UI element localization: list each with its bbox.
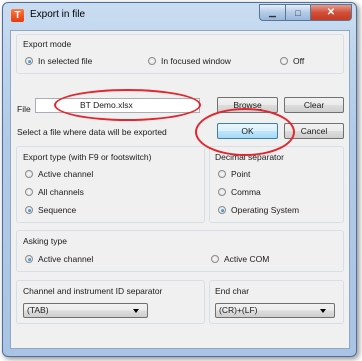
end-char-label: End char: [215, 286, 250, 296]
radio-active-channel[interactable]: Active channel: [25, 169, 93, 179]
radio-selected-icon: [218, 206, 226, 214]
radio-unselected-icon: [211, 255, 219, 263]
radio-comma[interactable]: Comma: [218, 187, 261, 197]
radio-unselected-icon: [280, 57, 288, 65]
radio-active-com[interactable]: Active COM: [211, 254, 269, 264]
file-label: File: [17, 104, 31, 114]
dialog-body: Export mode In selected file In focused …: [10, 30, 350, 349]
radio-label: Point: [231, 169, 251, 179]
annotation-ellipse-file: [54, 89, 201, 121]
radio-label: Active channel: [38, 169, 94, 179]
radio-unselected-icon: [25, 188, 33, 196]
radio-point[interactable]: Point: [218, 169, 250, 179]
radio-selected-icon: [25, 206, 33, 214]
radio-label: Off: [293, 56, 305, 66]
app-icon: T: [11, 9, 24, 22]
channel-separator-value: (TAB): [27, 305, 49, 315]
radio-label: Sequence: [38, 205, 77, 215]
radio-selected-icon: [25, 57, 33, 65]
decimal-separator-group: Decimal separator Point Comma Operating …: [209, 146, 344, 223]
radio-label: Operating System: [231, 205, 300, 215]
radio-label: In selected file: [38, 56, 93, 66]
channel-separator-group: Channel and instrument ID separator (TAB…: [16, 280, 205, 324]
chevron-down-icon: [133, 309, 139, 313]
end-char-group: End char (CR)+(LF): [209, 280, 344, 324]
chevron-down-icon: [320, 309, 326, 313]
radio-off[interactable]: Off: [280, 56, 304, 66]
channel-separator-label: Channel and instrument ID separator: [23, 286, 163, 296]
radio-label: Active channel: [38, 254, 94, 264]
minimize-button[interactable]: ▁: [259, 4, 285, 21]
export-type-label: Export type (with F9 or footswitch): [23, 152, 152, 162]
window-controls: ▁ □ ✕: [259, 4, 352, 21]
title-bar[interactable]: T Export in file ▁ □ ✕: [3, 3, 356, 27]
end-char-value: (CR)+(LF): [219, 305, 258, 315]
export-type-group: Export type (with F9 or footswitch) Acti…: [16, 146, 205, 223]
export-mode-label: Export mode: [23, 39, 72, 49]
radio-label: All channels: [38, 187, 84, 197]
radio-unselected-icon: [218, 170, 226, 178]
radio-all-channels[interactable]: All channels: [25, 187, 84, 197]
export-mode-group: Export mode In selected file In focused …: [16, 34, 344, 74]
radio-in-focused-window[interactable]: In focused window: [148, 56, 231, 66]
radio-selected-icon: [25, 255, 33, 263]
radio-operating-system[interactable]: Operating System: [218, 205, 299, 215]
radio-label: Comma: [231, 187, 261, 197]
clear-button[interactable]: Clear: [284, 97, 344, 113]
radio-in-selected-file[interactable]: In selected file: [25, 56, 92, 66]
radio-unselected-icon: [25, 170, 33, 178]
radio-unselected-icon: [218, 188, 226, 196]
annotation-ellipse-ok: [195, 108, 295, 156]
close-button[interactable]: ✕: [310, 4, 352, 21]
maximize-button[interactable]: □: [285, 4, 310, 21]
export-dialog-window: T Export in file ▁ □ ✕ Export mode In se…: [2, 2, 357, 357]
asking-type-group: Asking type Active channel Active COM: [16, 230, 344, 272]
channel-separator-dropdown[interactable]: (TAB): [23, 303, 148, 318]
radio-sequence[interactable]: Sequence: [25, 205, 76, 215]
window-title: Export in file: [30, 9, 86, 20]
radio-asking-active-channel[interactable]: Active channel: [25, 254, 93, 264]
asking-type-label: Asking type: [23, 236, 67, 246]
radio-unselected-icon: [148, 57, 156, 65]
file-hint-text: Select a file where data will be exporte…: [17, 127, 167, 137]
end-char-dropdown[interactable]: (CR)+(LF): [215, 303, 335, 318]
radio-label: In focused window: [161, 56, 231, 66]
radio-label: Active COM: [224, 254, 270, 264]
